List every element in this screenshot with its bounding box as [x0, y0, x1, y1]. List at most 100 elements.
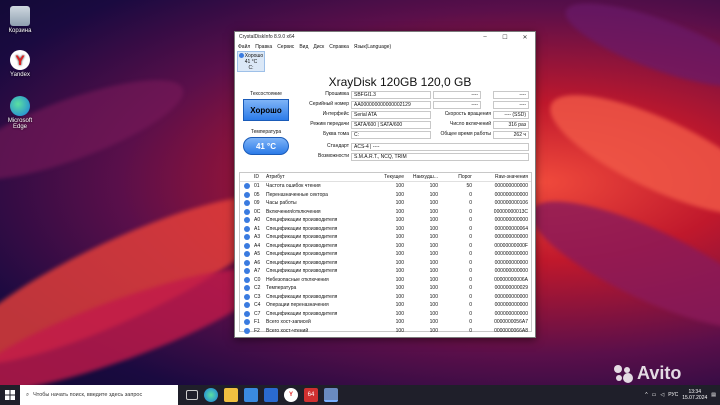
volume-letter-value: C:	[351, 131, 431, 139]
notifications-icon[interactable]: ▤	[711, 392, 716, 398]
yandex-shortcut[interactable]: Y Yandex	[4, 50, 36, 78]
table-row[interactable]: A5 Спецификации производителя 100 100 0 00000…	[240, 250, 531, 259]
yandex-taskbar-icon[interactable]: Y	[284, 388, 298, 402]
table-row[interactable]: 05 Переназначенные сектора 100 100 0 00000000…	[240, 191, 531, 200]
clock-date: 15.07.2024	[682, 395, 708, 401]
status-good-icon	[244, 208, 250, 215]
attr-threshold: 0	[469, 268, 472, 275]
table-row[interactable]: 0C Включения/отключения 100 100 0 00000000013…	[240, 208, 531, 217]
language-indicator[interactable]: РУС	[668, 392, 678, 398]
edge-taskbar-icon[interactable]	[204, 388, 218, 402]
col-worst[interactable]: Наихудш...	[408, 174, 442, 180]
table-row[interactable]: A0 Спецификации производителя 100 100 0 00000…	[240, 216, 531, 225]
attr-name: Всего хост-чтений	[266, 327, 309, 334]
status-dot-icon	[240, 293, 254, 300]
attr-id: C0	[254, 276, 261, 283]
col-current[interactable]: Текущее	[374, 174, 408, 180]
title-bar: CrystalDiskInfo 8.9.0 x64 – ☐ ✕	[235, 32, 535, 42]
status-dot-icon	[240, 285, 254, 292]
edge-shortcut[interactable]: Microsoft Edge	[4, 96, 36, 130]
minimize-button[interactable]: –	[475, 34, 495, 41]
menu-language[interactable]: Язык(Language)	[354, 44, 391, 50]
menu-edit[interactable]: Правка	[255, 44, 272, 50]
avito-watermark: Avito	[612, 362, 681, 384]
menu-disk[interactable]: Диск	[313, 44, 324, 50]
network-icon[interactable]: ▭	[652, 392, 657, 398]
edge-icon	[10, 96, 30, 116]
power-count-label: Число включений	[450, 121, 491, 127]
table-row[interactable]: C7 Спецификации производителя 100 100 0 00000…	[240, 310, 531, 319]
tray-chevron-icon[interactable]: ^	[645, 392, 647, 398]
table-row[interactable]: A3 Спецификации производителя 100 100 0 00000…	[240, 233, 531, 242]
store-icon[interactable]	[244, 388, 258, 402]
col-id[interactable]: ID	[254, 174, 266, 180]
disk-info-panel: Техсостояние Хорошо Температура 41 °C Пр…	[235, 89, 535, 179]
attr-threshold: 0	[469, 200, 472, 207]
recycle-bin-icon	[10, 6, 30, 26]
drive-tab-letter: C:	[248, 65, 254, 71]
health-label: Техсостояние	[250, 91, 282, 97]
attr-current: 100	[395, 276, 404, 283]
attr-raw: 000000000029	[494, 285, 528, 292]
table-row[interactable]: A4 Спецификации производителя 100 100 0 00000…	[240, 242, 531, 251]
attr-id: C7	[254, 310, 261, 317]
attr-threshold: 0	[469, 259, 472, 266]
search-placeholder: Чтобы начать поиск, введите здесь запрос	[33, 392, 143, 398]
menu-file[interactable]: Файл	[238, 44, 250, 50]
drive-tab-c[interactable]: Хорошо 41 °C C:	[237, 51, 265, 72]
attr-raw: 000000000000	[494, 259, 528, 266]
crystaldiskinfo-taskbar-icon[interactable]	[324, 388, 338, 402]
start-button[interactable]	[0, 385, 20, 405]
attr-current: 100	[395, 191, 404, 198]
health-status-button[interactable]: Хорошо	[243, 99, 289, 121]
table-row[interactable]: A1 Спецификации производителя 100 100 0 00000…	[240, 225, 531, 234]
table-row[interactable]: C2 Температура 100 100 0 000000000029	[240, 284, 531, 293]
status-dot-icon	[240, 259, 254, 266]
mail-icon[interactable]	[264, 388, 278, 402]
table-row[interactable]: C4 Операции переназначения 100 100 0 00000000…	[240, 301, 531, 310]
attr-raw: 000000000106	[494, 200, 528, 207]
menu-service[interactable]: Сервис	[277, 44, 294, 50]
crystaldiskinfo-window: CrystalDiskInfo 8.9.0 x64 – ☐ ✕ Файл Пра…	[234, 31, 536, 338]
status-good-icon	[244, 217, 250, 224]
attr-name: Спецификации производителя	[266, 251, 338, 258]
temperature-value[interactable]: 41 °C	[243, 137, 289, 155]
status-good-icon	[244, 200, 250, 207]
badge-64-icon[interactable]: 64	[304, 388, 318, 402]
volume-icon[interactable]: ◁	[660, 392, 664, 398]
attr-id: 09	[254, 200, 260, 207]
file-explorer-icon[interactable]	[224, 388, 238, 402]
search-icon: ⌕	[26, 391, 30, 398]
table-header: ID Атрибут Текущее Наихудш... Порог Raw-…	[240, 173, 531, 182]
attr-current: 100	[395, 225, 404, 232]
attr-id: 05	[254, 191, 260, 198]
table-row[interactable]: 09 Часы работы 100 100 0 000000000106	[240, 199, 531, 208]
menu-view[interactable]: Вид	[299, 44, 308, 50]
attr-threshold: 50	[466, 183, 472, 190]
col-raw[interactable]: Raw-значения	[476, 174, 531, 180]
clock[interactable]: 13:34 15.07.2024	[682, 389, 707, 401]
interface-label: Интерфейс	[322, 111, 349, 117]
menu-help[interactable]: Справка	[329, 44, 349, 50]
attr-name: Спецификации производителя	[266, 225, 338, 232]
table-row[interactable]: F2 Всего хост-чтений 100 100 0 0000000066A8	[240, 327, 531, 336]
taskbar-search-box[interactable]: ⌕ Чтобы начать поиск, введите здесь запр…	[20, 385, 178, 405]
maximize-button[interactable]: ☐	[495, 34, 515, 41]
attr-name: Спецификации производителя	[266, 310, 338, 317]
attr-threshold: 0	[469, 293, 472, 300]
col-threshold[interactable]: Порог	[442, 174, 476, 180]
table-row[interactable]: A7 Спецификации производителя 100 100 0 00000…	[240, 267, 531, 276]
close-button[interactable]: ✕	[515, 34, 535, 41]
col-attribute[interactable]: Атрибут	[266, 174, 374, 180]
serial-value: AA000000000000002129	[351, 101, 431, 109]
attr-raw: 000000000000	[494, 234, 528, 241]
table-row[interactable]: C0 Небезопасные отключения 100 100 0 00000000…	[240, 276, 531, 285]
table-row[interactable]: A6 Спецификации производителя 100 100 0 00000…	[240, 259, 531, 268]
table-row[interactable]: 01 Частота ошибок чтения 100 100 50 000000000…	[240, 182, 531, 191]
recycle-bin-shortcut[interactable]: Корзина	[4, 6, 36, 34]
taskbar: ⌕ Чтобы начать поиск, введите здесь запр…	[0, 385, 720, 405]
table-row[interactable]: F1 Всего хост-записей 100 100 0 0000000056A7	[240, 318, 531, 327]
status-dot-icon	[240, 217, 254, 224]
table-row[interactable]: C3 Спецификации производителя 100 100 0 00000…	[240, 293, 531, 302]
task-view-icon[interactable]	[186, 390, 198, 400]
